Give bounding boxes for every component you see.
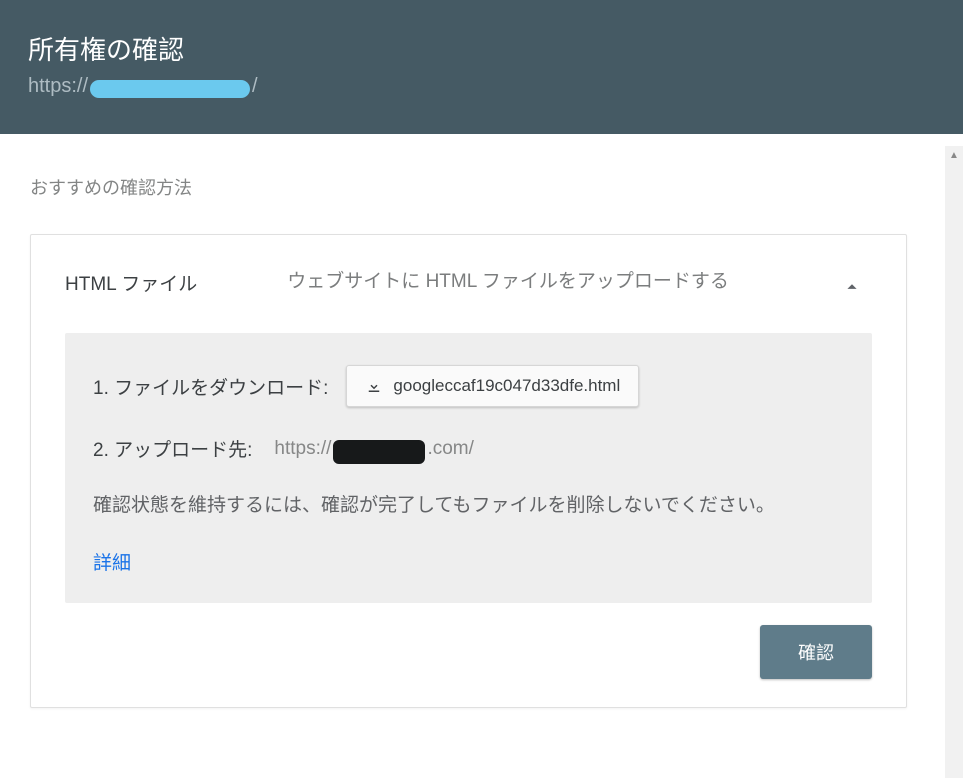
method-name: HTML ファイル [65,267,197,296]
scroll-up-icon[interactable]: ▲ [945,146,963,164]
content-area: おすすめの確認方法 HTML ファイル ウェブサイトに HTML ファイルをアッ… [0,134,963,766]
url-prefix: https:// [28,75,88,98]
download-filename: googleccaf19c047d33dfe.html [393,376,620,396]
upload-url-prefix: https:// [274,438,331,460]
upload-url-suffix: .com/ [427,438,473,460]
card-body: 1. ファイルをダウンロード: googleccaf19c047d33dfe.h… [65,333,872,603]
verification-method-card: HTML ファイル ウェブサイトに HTML ファイルをアップロードする 1. … [30,234,907,708]
download-icon [365,377,383,395]
step-1-label: 1. ファイルをダウンロード: [93,373,328,400]
card-header: HTML ファイル ウェブサイトに HTML ファイルをアップロードする [65,267,872,307]
property-url: https:// / [28,75,935,98]
method-description: ウェブサイトに HTML ファイルをアップロードする [287,267,742,297]
step-2-label: 2. アップロード先: [93,435,252,462]
scrollbar[interactable]: ▲ [945,146,963,778]
chevron-up-icon [841,276,863,298]
recommended-method-label: おすすめの確認方法 [30,174,933,200]
page-header: 所有権の確認 https:// / [0,0,963,134]
card-footer: 確認 [65,625,872,679]
url-suffix: / [252,75,258,98]
download-file-button[interactable]: googleccaf19c047d33dfe.html [346,365,639,407]
verify-button[interactable]: 確認 [760,625,872,679]
step-2: 2. アップロード先: https:// .com/ [93,435,844,462]
details-link[interactable]: 詳細 [93,548,131,575]
retention-note: 確認状態を維持するには、確認が完了してもファイルを削除しないでください。 [93,490,844,522]
page-title: 所有権の確認 [28,30,935,67]
redacted-domain [90,80,250,98]
collapse-button[interactable] [832,267,872,307]
redacted-upload-domain [333,440,425,464]
step-1: 1. ファイルをダウンロード: googleccaf19c047d33dfe.h… [93,365,844,407]
